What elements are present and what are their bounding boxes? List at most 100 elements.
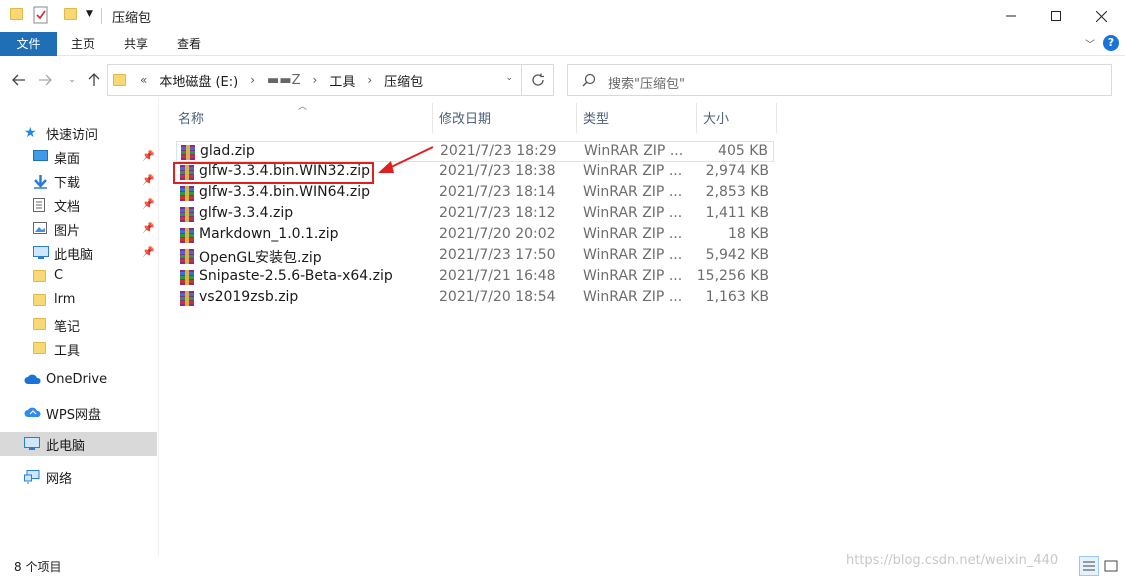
sidebar-item-desktop[interactable]: 桌面 📌 <box>0 145 157 169</box>
folder-icon <box>10 8 23 20</box>
properties-icon[interactable] <box>33 6 49 28</box>
winrar-archive-icon <box>180 249 194 264</box>
new-folder-icon[interactable] <box>64 8 77 20</box>
up-button[interactable] <box>84 70 104 90</box>
column-header-type[interactable]: 类型 <box>583 107 609 133</box>
sidebar-item-downloads[interactable]: 下载 📌 <box>0 169 157 193</box>
overflow-chevron-icon[interactable]: « <box>134 73 153 87</box>
file-row[interactable]: OpenGL安装包.zip 2021/7/23 17:50 WinRAR ZIP .… <box>176 246 774 267</box>
pin-icon[interactable]: 📌 <box>142 151 154 162</box>
address-dropdown-icon[interactable]: ⌄ <box>505 73 513 83</box>
column-header-date[interactable]: 修改日期 <box>439 107 491 133</box>
breadcrumb-drive[interactable]: 本地磁盘 (E:) <box>153 71 244 90</box>
annotation-highlight-box <box>173 162 374 184</box>
breadcrumb-current[interactable]: 压缩包 <box>378 71 429 90</box>
file-date: 2021/7/20 20:02 <box>439 226 556 242</box>
file-type: WinRAR ZIP ... <box>584 143 684 159</box>
sidebar-item-folder-tools[interactable]: 工具 <box>0 337 157 361</box>
file-size: 1,411 KB <box>705 205 769 221</box>
chevron-right-icon[interactable]: › <box>244 73 261 87</box>
column-header-size[interactable]: 大小 <box>703 107 729 133</box>
sidebar-item-pictures[interactable]: 图片 📌 <box>0 217 157 241</box>
maximize-button[interactable] <box>1033 0 1079 32</box>
sidebar-item-label: 桌面 <box>54 152 81 167</box>
sidebar-item-this-pc[interactable]: 此电脑 <box>0 432 157 456</box>
sidebar-item-wps[interactable]: WPS网盘 <box>0 401 157 425</box>
file-row[interactable]: Markdown_1.0.1.zip 2021/7/20 20:02 WinRAR … <box>176 225 774 246</box>
cloud-icon <box>24 374 41 388</box>
sidebar-item-folder-notes[interactable]: 笔记 <box>0 313 157 337</box>
chevron-right-icon[interactable]: › <box>307 73 324 87</box>
tab-share[interactable]: 共享 <box>113 32 159 56</box>
pin-icon[interactable]: 📌 <box>142 247 154 258</box>
column-divider[interactable] <box>696 103 697 133</box>
address-bar[interactable]: « 本地磁盘 (E:) › ▬▬Z › 工具 › 压缩包 ⌄ <box>107 64 554 96</box>
minimize-button[interactable] <box>988 0 1034 32</box>
refresh-button[interactable] <box>521 65 553 95</box>
column-divider[interactable] <box>432 103 433 133</box>
pin-icon[interactable]: 📌 <box>142 175 154 186</box>
column-divider[interactable] <box>776 103 777 133</box>
column-header-name[interactable]: 名称 <box>178 107 204 133</box>
star-icon: ★ <box>24 125 37 141</box>
details-view-button[interactable] <box>1079 556 1099 576</box>
close-button[interactable] <box>1078 0 1124 32</box>
file-date: 2021/7/23 18:14 <box>439 184 556 200</box>
sidebar-item-this-pc-pinned[interactable]: 此电脑 📌 <box>0 241 157 265</box>
pane-divider[interactable] <box>158 98 159 556</box>
pin-icon[interactable]: 📌 <box>142 223 154 234</box>
file-row[interactable]: vs2019zsb.zip 2021/7/20 18:54 WinRAR ZIP .… <box>176 288 774 309</box>
sidebar-item-label: 图片 <box>54 224 81 239</box>
sidebar-item-label: 网络 <box>46 472 73 487</box>
back-button[interactable] <box>9 70 29 90</box>
file-row[interactable]: glad.zip 2021/7/23 18:29 WinRAR ZIP ... 405… <box>176 141 774 162</box>
file-name: vs2019zsb.zip <box>199 289 299 305</box>
search-placeholder[interactable]: 搜索"压缩包" <box>608 73 685 92</box>
file-size: 5,942 KB <box>705 247 769 263</box>
column-divider[interactable] <box>576 103 577 133</box>
winrar-archive-icon <box>180 291 194 306</box>
title-bar: ▼ 压缩包 <box>0 0 1125 32</box>
sidebar-item-onedrive[interactable]: OneDrive <box>0 369 157 393</box>
file-size: 2,853 KB <box>705 184 769 200</box>
sidebar-item-label: 快速访问 <box>46 128 99 143</box>
sidebar-item-folder-lrm[interactable]: lrm <box>0 289 157 313</box>
forward-button[interactable] <box>35 70 55 90</box>
sidebar-item-documents[interactable]: 文档 📌 <box>0 193 157 217</box>
winrar-archive-icon <box>180 270 194 285</box>
file-type: WinRAR ZIP ... <box>583 289 683 305</box>
tab-file[interactable]: 文件 <box>0 32 57 56</box>
file-type: WinRAR ZIP ... <box>583 226 683 242</box>
help-icon[interactable]: ? <box>1103 35 1119 51</box>
sort-ascending-icon: ︿ <box>298 102 308 112</box>
recent-locations-icon[interactable]: ⌄ <box>62 70 82 90</box>
breadcrumb-folder[interactable]: ▬▬Z <box>261 73 306 88</box>
file-date: 2021/7/23 18:12 <box>439 205 556 221</box>
computer-icon <box>24 437 40 451</box>
file-type: WinRAR ZIP ... <box>583 268 683 284</box>
file-row[interactable]: Snipaste-2.5.6-Beta-x64.zip 2021/7/21 16:… <box>176 267 774 288</box>
tab-view[interactable]: 查看 <box>166 32 212 56</box>
sidebar-item-label: 笔记 <box>54 320 81 335</box>
file-row[interactable]: glfw-3.3.4.bin.WIN64.zip 2021/7/23 18:14 W… <box>176 183 774 204</box>
navigation-pane: ★ 快速访问 桌面 📌 下载 📌 文档 📌 图片 📌 此电脑 📌 C lrm 笔… <box>0 112 158 556</box>
wps-cloud-icon <box>24 406 41 420</box>
file-size: 18 KB <box>727 226 769 242</box>
expand-ribbon-icon[interactable]: ﹀ <box>1085 36 1095 51</box>
sidebar-item-network[interactable]: 网络 <box>0 465 157 489</box>
customize-dropdown-icon[interactable]: ▼ <box>86 9 93 19</box>
sidebar-item-label: 此电脑 <box>46 439 86 454</box>
search-icon <box>582 73 596 91</box>
large-icons-view-button[interactable] <box>1101 556 1121 576</box>
sidebar-item-quick-access[interactable]: ★ 快速访问 <box>0 121 157 145</box>
pin-icon[interactable]: 📌 <box>142 199 154 210</box>
sidebar-item-folder-c[interactable]: C <box>0 265 157 289</box>
file-row[interactable]: glfw-3.3.4.zip 2021/7/23 18:12 WinRAR ZIP … <box>176 204 774 225</box>
search-box[interactable]: 搜索"压缩包" <box>567 64 1112 96</box>
sidebar-item-label: 此电脑 <box>54 248 94 263</box>
folder-icon <box>113 74 126 86</box>
chevron-right-icon[interactable]: › <box>361 73 378 87</box>
file-type: WinRAR ZIP ... <box>583 184 683 200</box>
breadcrumb-tools[interactable]: 工具 <box>323 71 361 90</box>
tab-home[interactable]: 主页 <box>60 32 106 56</box>
